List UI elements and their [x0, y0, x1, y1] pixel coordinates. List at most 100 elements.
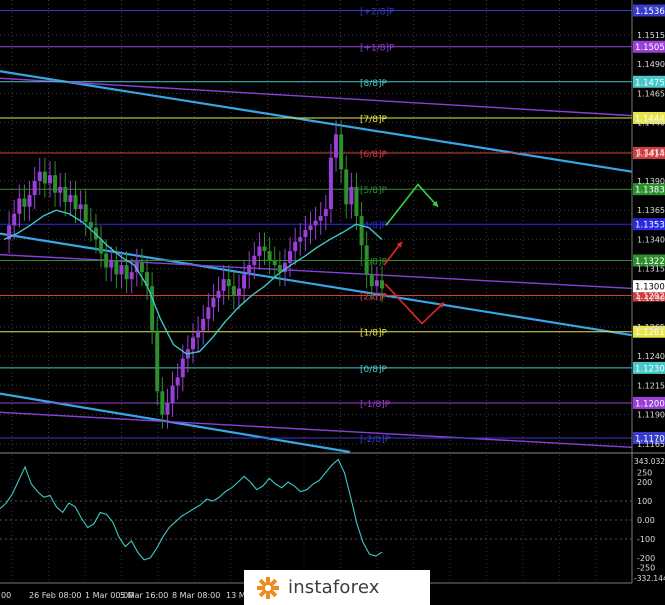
current-price-text: 1.1300 [635, 283, 665, 293]
price-tag-text: 1.1230 [635, 364, 665, 374]
candle-body [170, 385, 175, 403]
price-tick-label: 1.1240 [637, 352, 665, 361]
osc-tick-label: 0.00 [637, 516, 655, 525]
murrey-label: [0/8]P [360, 365, 388, 375]
price-tick-label: 1.1515 [637, 31, 665, 40]
candle-body [73, 195, 78, 210]
price-tick-label: 1.1440 [637, 119, 665, 128]
murrey-label: [-1/8]P [360, 400, 391, 410]
price-tag-text: 1.1353 [635, 221, 665, 231]
candle-body [124, 265, 129, 280]
price-tag-text: 1.1200 [635, 399, 665, 409]
murrey-label: [1/8]P [360, 329, 388, 339]
candle-body [129, 272, 134, 280]
candle-body [242, 274, 247, 289]
price-tick-label: 1.1465 [637, 89, 665, 98]
price-tick-label: 1.1165 [637, 440, 665, 449]
candle-body [160, 391, 165, 415]
price-tag-text: 1.1505 [635, 43, 665, 53]
forex-chart: [+2/8]P 1.1536 [+1/8]P 1.1505 [8/8]P 1.1475 [7… [0, 0, 665, 600]
candle-body [288, 251, 293, 263]
price-tick-label: 1.1215 [637, 381, 665, 390]
price-tick-label: 1.1290 [637, 294, 665, 303]
candle-body [196, 330, 201, 338]
candle-body [175, 377, 180, 386]
candle-body [68, 195, 73, 203]
candle-body [180, 358, 185, 378]
candle-body [359, 216, 364, 246]
candle-body [47, 175, 52, 184]
candle-body [58, 186, 63, 193]
time-tick-label: 8 Mar 08:00 [172, 591, 220, 600]
murrey-label: [6/8]P [360, 150, 388, 160]
price-tick-label: 1.1315 [637, 265, 665, 274]
candle-body [226, 279, 231, 287]
candle-body [191, 337, 195, 350]
time-tick-label: 00 [1, 591, 11, 600]
candle-body [369, 274, 374, 287]
osc-tick-label: 250 [637, 469, 652, 478]
candle-body [380, 280, 384, 289]
candle-body [201, 318, 206, 331]
candle-body [318, 216, 323, 221]
osc-tick-label: -250 [637, 563, 655, 572]
candlesticks [7, 120, 384, 429]
osc-tick-label: 200 [637, 478, 652, 487]
candle-body [247, 265, 252, 275]
candle-body [114, 260, 119, 275]
osc-tick-label: -200 [637, 554, 655, 563]
oscillator-panel: 343.0328 -332.144 250200 100 0.00 -100 -200-25… [0, 457, 665, 583]
channel-upper [0, 70, 633, 173]
candle-body [165, 402, 170, 415]
time-tick-label: 5 Mar 16:00 [120, 591, 168, 600]
time-tick-label: 26 Feb 08:00 [29, 591, 81, 600]
price-tick-label: 1.1340 [637, 235, 665, 244]
candle-body [298, 237, 303, 242]
oscillator-line [0, 458, 383, 561]
candle-body [293, 241, 298, 252]
candle-body [267, 251, 272, 261]
candle-body [236, 288, 241, 296]
candle-body [17, 198, 22, 214]
osc-scale-bottom: -332.144 [634, 574, 665, 583]
price-tag-text: 1.1383 [635, 186, 665, 196]
candle-body [53, 175, 58, 193]
instaforex-logo-icon [256, 576, 280, 600]
candle-body [27, 195, 32, 207]
watermark-text: instaforex [288, 577, 380, 598]
candle-body [262, 246, 267, 252]
candle-body [216, 290, 221, 298]
candle-body [109, 260, 114, 268]
candle-body [63, 186, 68, 203]
osc-tick-label: -100 [637, 535, 655, 544]
candle-body [257, 246, 262, 256]
candle-body [272, 260, 277, 266]
price-tag-text: 1.1536 [635, 7, 665, 17]
grid [0, 0, 632, 583]
candle-body [32, 181, 37, 196]
murrey-label: [8/8]P [360, 79, 388, 89]
candle-body [37, 171, 42, 182]
murrey-label: [+2/8]P [360, 8, 395, 18]
candle-body [155, 330, 160, 392]
candle-body [303, 230, 308, 238]
price-tick-label: 1.1490 [637, 60, 665, 69]
candle-body [231, 286, 236, 296]
price-tick-label: 1.1365 [637, 206, 665, 215]
candle-body [211, 297, 216, 308]
channel-lower [0, 392, 351, 454]
price-tick-label: 1.1390 [637, 177, 665, 186]
murrey-label: [7/8]P [360, 115, 388, 125]
candle-body [119, 265, 124, 275]
murrey-label: [+1/8]P [360, 44, 395, 54]
osc-scale-top: 343.0328 [634, 457, 665, 466]
candle-body [308, 225, 313, 231]
murrey-label: [2/8]P [360, 292, 388, 302]
price-tick-label: 1.1265 [637, 323, 665, 332]
candle-body [374, 280, 379, 287]
murrey-label: [-2/8]P [360, 435, 391, 445]
murrey-label: [5/8]P [360, 186, 388, 196]
candle-body [206, 307, 211, 319]
candle-body [277, 265, 282, 273]
instaforex-logo: instaforex [244, 570, 430, 605]
